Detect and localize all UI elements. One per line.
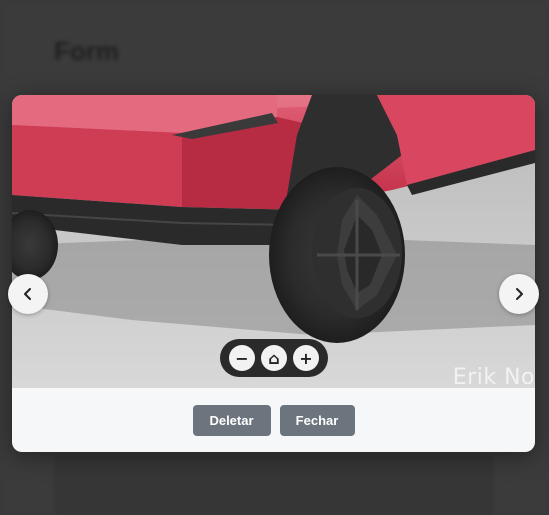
zoom-out-button[interactable]: − — [229, 345, 255, 371]
zoom-controls: − ⌂ + — [220, 339, 328, 377]
image-viewer-modal: Erik No − ⌂ + Deletar Fechar — [12, 95, 535, 452]
previous-image-button[interactable] — [8, 274, 48, 314]
page-title: Form — [54, 36, 119, 66]
next-image-button[interactable] — [499, 274, 539, 314]
close-button[interactable]: Fechar — [279, 404, 355, 436]
image-viewer[interactable]: Erik No − ⌂ + — [12, 95, 535, 388]
watermark-text: Erik No — [452, 365, 535, 388]
background-panel — [54, 455, 494, 515]
chevron-left-icon — [24, 288, 31, 300]
delete-button[interactable]: Deletar — [192, 404, 271, 436]
modal-footer: Deletar Fechar — [12, 388, 535, 452]
chevron-right-icon — [516, 288, 523, 300]
zoom-reset-button[interactable]: ⌂ — [261, 345, 287, 371]
zoom-in-button[interactable]: + — [293, 345, 319, 371]
